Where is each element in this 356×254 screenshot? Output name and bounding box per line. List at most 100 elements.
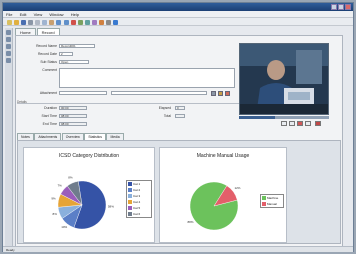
tab-record[interactable]: Record [36, 28, 60, 35]
legend-entry: Manual [261, 201, 283, 207]
usage-chart-panel: Machine Manual Usage 88% 12% Machine Manua… [159, 147, 287, 243]
copy-icon[interactable] [42, 19, 48, 25]
legend-label: Cat 3 [133, 194, 141, 198]
left-toolbox [5, 28, 13, 248]
category-chart-legend: Cat 1 Cat 2 Cat 3 Cat 4 Cat 5 Cat 6 [126, 180, 152, 218]
save-icon[interactable] [20, 19, 26, 25]
legend-label: Manual [267, 202, 277, 206]
status-text-1: Ready [6, 248, 15, 252]
video-preview[interactable] [239, 43, 329, 115]
tab-media[interactable]: Media [106, 133, 124, 140]
document-tabs: Home Record [15, 28, 61, 35]
section-divider [17, 103, 239, 104]
video-frame-image [240, 44, 328, 114]
legend-swatch [262, 202, 266, 206]
legend-label: Cat 4 [133, 200, 141, 204]
slice-label-6: 8% [68, 175, 73, 179]
attachment-field[interactable] [59, 91, 107, 95]
legend-swatch [128, 206, 132, 210]
tab-statistics[interactable]: Statistics [84, 133, 106, 140]
maximize-button[interactable] [338, 4, 344, 10]
slice-label-3: 8% [53, 212, 58, 216]
category-chart-panel: ICSD Category Distribution 58% 10% 8% 9% 7% 8… [23, 147, 155, 243]
usage-chart-legend: Machine Manual [260, 194, 284, 208]
filter-icon[interactable] [92, 19, 97, 25]
tab-notes[interactable]: Notes [17, 133, 34, 140]
bottom-tab-strip: Notes Attachments Overview Statistics Media [17, 133, 124, 140]
new-icon[interactable] [6, 19, 12, 25]
menu-file[interactable]: File [6, 12, 12, 17]
legend-swatch [128, 194, 132, 198]
open-icon[interactable] [13, 19, 19, 25]
folder-icon[interactable] [6, 44, 11, 49]
menu-edit[interactable]: Edit [20, 12, 27, 17]
search-icon[interactable] [77, 19, 83, 25]
record-icon[interactable] [305, 121, 311, 126]
sub-status-select[interactable]: Open [59, 60, 89, 64]
slice-label-1: 58% [108, 205, 114, 209]
legend-label: Cat 1 [133, 182, 141, 186]
clear-attachment-icon[interactable] [225, 91, 230, 96]
start-time-field: 08:00 [59, 114, 87, 118]
video-progress-fill [239, 116, 275, 119]
total-field [175, 114, 185, 118]
stop-icon[interactable] [297, 121, 303, 126]
chart-icon[interactable] [99, 19, 105, 25]
play-icon[interactable] [289, 121, 295, 126]
record-name-label: Record Name [36, 44, 57, 48]
attachment-path-field[interactable] [111, 91, 207, 95]
open-attachment-icon[interactable] [218, 91, 223, 96]
slice-label-5: 7% [57, 184, 62, 188]
end-time-label: End Time [42, 122, 57, 126]
legend-entry: Cat 6 [127, 211, 151, 217]
cut-icon[interactable] [35, 19, 40, 25]
minimize-button[interactable] [331, 4, 337, 10]
app-window: File Edit View Window Help Home Record Re… [2, 2, 354, 252]
video-seek-bar[interactable] [239, 116, 329, 119]
legend-label: Cat 5 [133, 206, 141, 210]
print-icon[interactable] [27, 19, 33, 25]
comment-textarea[interactable] [59, 68, 235, 88]
menu-bar: File Edit View Window Help [3, 11, 353, 18]
record-date-label: Record Date [37, 52, 57, 56]
report-icon[interactable] [6, 58, 11, 63]
legend-label: Machine [267, 196, 279, 200]
menu-help[interactable]: Help [71, 12, 79, 17]
attachment-label: Attachment [39, 91, 57, 95]
sub-status-label: Sub Status [40, 60, 57, 64]
redo-icon[interactable] [63, 19, 69, 25]
refresh-icon[interactable] [84, 19, 90, 25]
legend-swatch [128, 188, 132, 192]
comment-label: Comment [42, 68, 57, 72]
slice-label-1: 88% [188, 220, 194, 224]
close-button[interactable] [345, 4, 351, 10]
elapsed-label: Elapsed [158, 106, 171, 110]
record-name-field[interactable]: Record001 [59, 44, 95, 48]
list-icon[interactable] [6, 37, 11, 42]
tab-attachments[interactable]: Attachments [34, 133, 62, 140]
settings-icon[interactable] [106, 19, 112, 25]
duration-field: 00:00 [59, 106, 87, 110]
end-time-field: 08:00 [59, 122, 87, 126]
undo-icon[interactable] [56, 19, 62, 25]
paste-icon[interactable] [49, 19, 55, 25]
legend-swatch [128, 212, 132, 216]
tab-overview[interactable]: Overview [61, 133, 84, 140]
record-date-field[interactable]: 2 [59, 52, 73, 56]
delete-icon[interactable] [70, 19, 76, 25]
tab-home[interactable]: Home [15, 28, 36, 35]
browse-icon[interactable] [211, 91, 216, 96]
menu-view[interactable]: View [34, 12, 43, 17]
start-time-label: Start Time [41, 114, 57, 118]
duration-label: Duration [44, 106, 57, 110]
fullscreen-icon[interactable] [315, 121, 321, 126]
user-icon[interactable] [6, 51, 11, 56]
legend-label: Cat 6 [133, 212, 141, 216]
rewind-icon[interactable] [281, 121, 287, 126]
nav-icon[interactable] [6, 30, 11, 35]
menu-window[interactable]: Window [49, 12, 63, 17]
legend-label: Cat 2 [133, 188, 141, 192]
help-icon[interactable] [113, 19, 119, 25]
legend-swatch [262, 196, 266, 200]
elapsed-field: 0 [175, 106, 185, 110]
